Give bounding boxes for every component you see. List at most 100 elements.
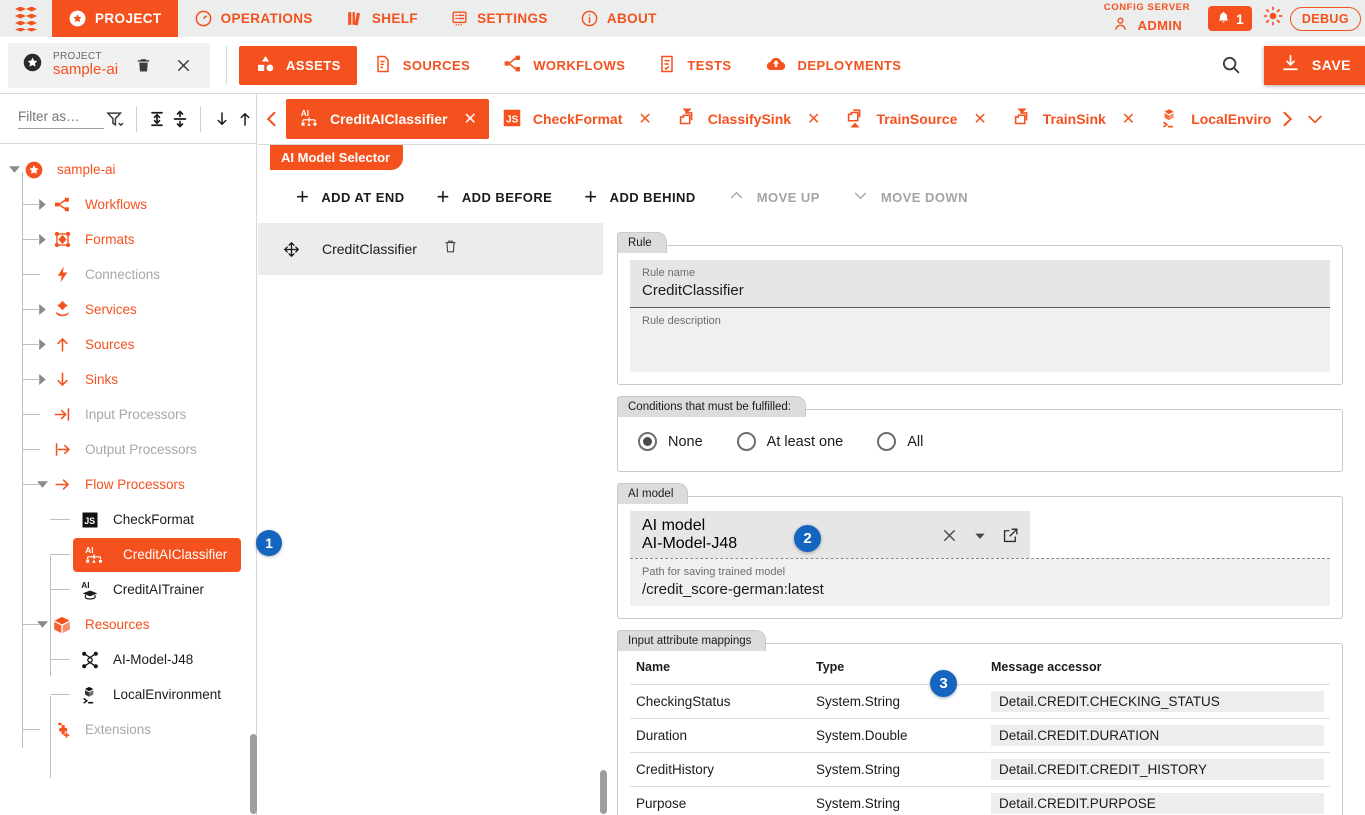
tree-item-connections[interactable]: Connections — [0, 257, 256, 292]
condition-option-none[interactable]: None — [638, 432, 703, 451]
save-button[interactable]: SAVE — [1264, 46, 1365, 85]
tree-connector — [50, 554, 70, 555]
table-row[interactable]: CreditHistorySystem.StringDetail.CREDIT.… — [630, 753, 1330, 787]
move-up-button[interactable]: MOVE UP — [728, 187, 820, 207]
nav-item-about[interactable]: ABOUT — [564, 0, 673, 37]
editor-tab-trainsink[interactable]: TrainSink ✕ — [999, 99, 1147, 139]
app-logo[interactable] — [0, 0, 52, 37]
model-path-field[interactable]: Path for saving trained model /credit_sc… — [630, 559, 1330, 606]
add-behind-button[interactable]: + ADD BEHIND — [584, 188, 695, 206]
tree-item-workflows[interactable]: Workflows — [0, 187, 256, 222]
nav-item-operations[interactable]: OPERATIONS — [178, 0, 329, 37]
filter-options-button[interactable] — [104, 104, 127, 134]
tree-item-output-processors[interactable]: Output Processors — [0, 432, 256, 467]
debug-button[interactable]: DEBUG — [1290, 7, 1361, 31]
tree-item-flow-processors[interactable]: Flow Processors — [0, 467, 256, 502]
tree-item-sources[interactable]: Sources — [0, 327, 256, 362]
tab-label: ASSETS — [286, 58, 341, 73]
close-icon[interactable]: ✕ — [1122, 109, 1135, 129]
tree-item-resources[interactable]: Resources — [0, 607, 256, 642]
action-label: ADD AT END — [321, 190, 404, 205]
mapping-accessor[interactable]: Detail.CREDIT.PURPOSE — [985, 787, 1330, 815]
tree-item-extensions[interactable]: Extensions — [0, 712, 256, 747]
close-icon[interactable]: ✕ — [463, 109, 476, 129]
chevron-down-icon[interactable] — [973, 529, 987, 548]
nav-label: SHELF — [372, 11, 418, 26]
editor-tab-creditaiclassifier[interactable]: AI CreditAIClassifier ✕ — [286, 99, 489, 139]
rule-description-field[interactable]: Rule description — [630, 308, 1330, 372]
rule-list-scrollbar[interactable] — [600, 770, 607, 814]
close-icon[interactable]: ✕ — [638, 109, 651, 129]
conditions-inner: None At least one All — [618, 410, 1342, 471]
tabs-scroll-left-button[interactable] — [258, 99, 286, 139]
theme-toggle-button[interactable] — [1262, 5, 1284, 32]
tree-item-checkformat[interactable]: JSCheckFormat — [0, 502, 256, 537]
expand-all-button[interactable] — [169, 104, 192, 134]
nav-item-settings[interactable]: SETTINGS — [434, 0, 564, 37]
mapping-accessor[interactable]: Detail.CREDIT.DURATION — [985, 719, 1330, 753]
close-icon[interactable]: ✕ — [807, 109, 820, 129]
plus-icon: + — [296, 188, 309, 206]
sort-ascending-button[interactable] — [233, 104, 256, 134]
editor-tab-classifysink[interactable]: ClassifySink ✕ — [664, 99, 833, 139]
add-at-end-button[interactable]: + ADD AT END — [296, 188, 405, 206]
collapse-all-button[interactable] — [146, 104, 169, 134]
add-before-button[interactable]: + ADD BEFORE — [437, 188, 553, 206]
close-project-button[interactable] — [168, 50, 198, 80]
tree-item-input-processors[interactable]: Input Processors — [0, 397, 256, 432]
tab-sources[interactable]: SOURCES — [357, 46, 486, 85]
condition-option-at-least-one[interactable]: At least one — [737, 432, 844, 451]
filter-input[interactable] — [18, 109, 104, 129]
table-row[interactable]: DurationSystem.DoubleDetail.CREDIT.DURAT… — [630, 719, 1330, 753]
tree-item-sample-ai[interactable]: sample-ai — [0, 152, 256, 187]
move-down-button[interactable]: MOVE DOWN — [852, 187, 968, 207]
close-icon[interactable]: ✕ — [973, 109, 986, 129]
editor-tab-checkformat[interactable]: JS CheckFormat ✕ — [489, 99, 664, 139]
tab-tests[interactable]: TESTS — [641, 46, 747, 85]
clear-icon[interactable] — [940, 526, 959, 550]
tabs-scroll-right-button[interactable] — [1273, 99, 1301, 139]
delete-rule-button[interactable] — [442, 238, 459, 260]
rule-list-item[interactable]: CreditClassifier — [258, 223, 603, 275]
ai-model-select[interactable]: AI model AI-Model-J48 — [630, 511, 1030, 558]
table-row[interactable]: CheckingStatusSystem.StringDetail.CREDIT… — [630, 685, 1330, 719]
tab-deployments[interactable]: DEPLOYMENTS — [748, 46, 918, 85]
tree-item-creditaiclassifier[interactable]: AICreditAIClassifier — [0, 537, 256, 572]
action-label: MOVE UP — [757, 190, 820, 205]
tree-item-localenvironment[interactable]: LocalEnvironment — [0, 677, 256, 712]
mapping-accessor[interactable]: Detail.CREDIT.CREDIT_HISTORY — [985, 753, 1330, 787]
drag-handle-icon[interactable] — [278, 240, 304, 259]
nav-item-project[interactable]: PROJECT — [52, 0, 178, 37]
tree-item-ai-model-j48[interactable]: AI-Model-J48 — [0, 642, 256, 677]
mapping-accessor[interactable]: Detail.CREDIT.CHECKING_STATUS — [985, 685, 1330, 719]
tree-item-creditaitrainer[interactable]: AICreditAITrainer — [0, 572, 256, 607]
bolt-icon — [49, 265, 75, 284]
tab-workflows[interactable]: WORKFLOWS — [486, 46, 641, 85]
tab-assets[interactable]: ASSETS — [239, 46, 357, 85]
mapping-name: Purpose — [630, 787, 810, 815]
tree-scrollbar[interactable] — [250, 734, 257, 814]
tree-item-services[interactable]: Services — [0, 292, 256, 327]
chevron-down-icon[interactable] — [8, 163, 21, 176]
table-row[interactable]: PurposeSystem.StringDetail.CREDIT.PURPOS… — [630, 787, 1330, 815]
search-button[interactable] — [1216, 50, 1246, 80]
tree-item-selected[interactable]: AICreditAIClassifier — [73, 538, 241, 572]
editor-tab-localenvironment[interactable]: LocalEnviro — [1147, 99, 1273, 139]
tree-item-formats[interactable]: Formats — [0, 222, 256, 257]
rule-list-column: CreditClassifier — [258, 223, 603, 799]
open-external-icon[interactable] — [1001, 526, 1020, 550]
notifications-button[interactable]: 1 — [1208, 6, 1252, 31]
sort-descending-button[interactable] — [210, 104, 233, 134]
rule-name-field[interactable]: Rule name CreditClassifier — [630, 260, 1330, 307]
tabs-overflow-menu-button[interactable] — [1301, 99, 1329, 139]
toolbar-divider — [226, 46, 227, 84]
delete-project-button[interactable] — [128, 50, 158, 80]
nav-item-shelf[interactable]: SHELF — [329, 0, 434, 37]
bar-to-arrow-icon — [49, 440, 75, 459]
project-chip[interactable]: PROJECT sample-ai — [8, 43, 210, 88]
editor-tab-trainsource[interactable]: TrainSource ✕ — [832, 99, 998, 139]
user-row[interactable]: ADMIN — [1112, 15, 1183, 35]
condition-option-all[interactable]: All — [877, 432, 923, 451]
user-name: ADMIN — [1138, 18, 1183, 33]
tree-item-sinks[interactable]: Sinks — [0, 362, 256, 397]
